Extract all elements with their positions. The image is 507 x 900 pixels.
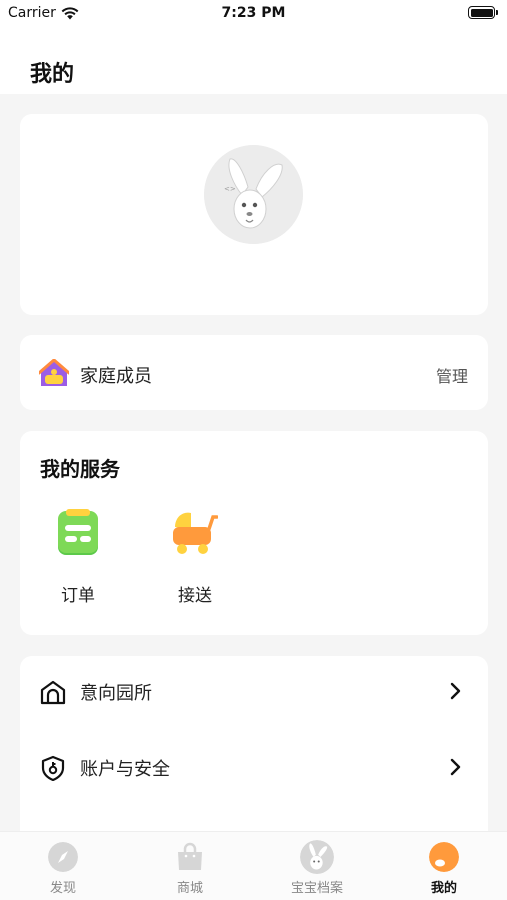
compass-icon [48,842,78,872]
school-building-icon [40,680,66,705]
settings-menu-card: 意向园所 账户与安全 [20,656,488,856]
tab-label: 商城 [176,881,203,896]
shield-key-icon [41,755,65,781]
battery-icon [468,6,498,19]
service-orders[interactable]: 订单 [38,509,118,609]
clock: 7:23 PM [221,5,286,21]
service-pickup[interactable]: 接送 [155,509,235,609]
profile-face-icon [429,842,459,872]
bottom-tab-bar: 发现 商城 宝宝档案 我的 [0,831,507,900]
tab-label: 我的 [430,881,457,896]
chevron-right-icon [450,758,461,776]
status-bar: Carrier 7:23 PM [0,0,507,30]
tab-baby-profile[interactable]: 宝宝档案 [254,832,380,900]
page-header: 我的 [0,30,507,94]
menu-item-intended-schools[interactable]: 意向园所 [20,656,488,726]
service-pickup-label: 接送 [178,586,212,606]
bunny-avatar-icon[interactable]: <> [204,145,303,244]
chevron-right-icon [450,682,461,700]
manage-button[interactable]: 管理 [436,363,468,387]
page-title: 我的 [30,62,75,87]
family-members-label: 家庭成员 [80,366,152,387]
tab-discover[interactable]: 发现 [0,832,126,900]
tab-label: 发现 [49,881,76,896]
bunny-icon [300,840,334,874]
shopping-bag-icon [178,842,202,870]
family-members-row[interactable]: 家庭成员 管理 [20,335,488,410]
tab-mine[interactable]: 我的 [381,832,507,900]
tab-label: 宝宝档案 [290,881,343,896]
my-services-card: 我的服务 订单 接送 [20,431,488,635]
services-title: 我的服务 [40,457,120,481]
svg-text:<>: <> [224,185,236,193]
menu-item-label: 意向园所 [80,683,152,704]
service-orders-label: 订单 [61,586,95,606]
menu-item-label: 账户与安全 [80,759,170,780]
tab-mall[interactable]: 商城 [127,832,253,900]
profile-card[interactable]: <> [20,114,488,315]
house-icon [39,359,69,386]
order-clipboard-icon [58,509,98,555]
stroller-icon [173,512,218,554]
menu-item-account-security[interactable]: 账户与安全 [20,732,488,802]
